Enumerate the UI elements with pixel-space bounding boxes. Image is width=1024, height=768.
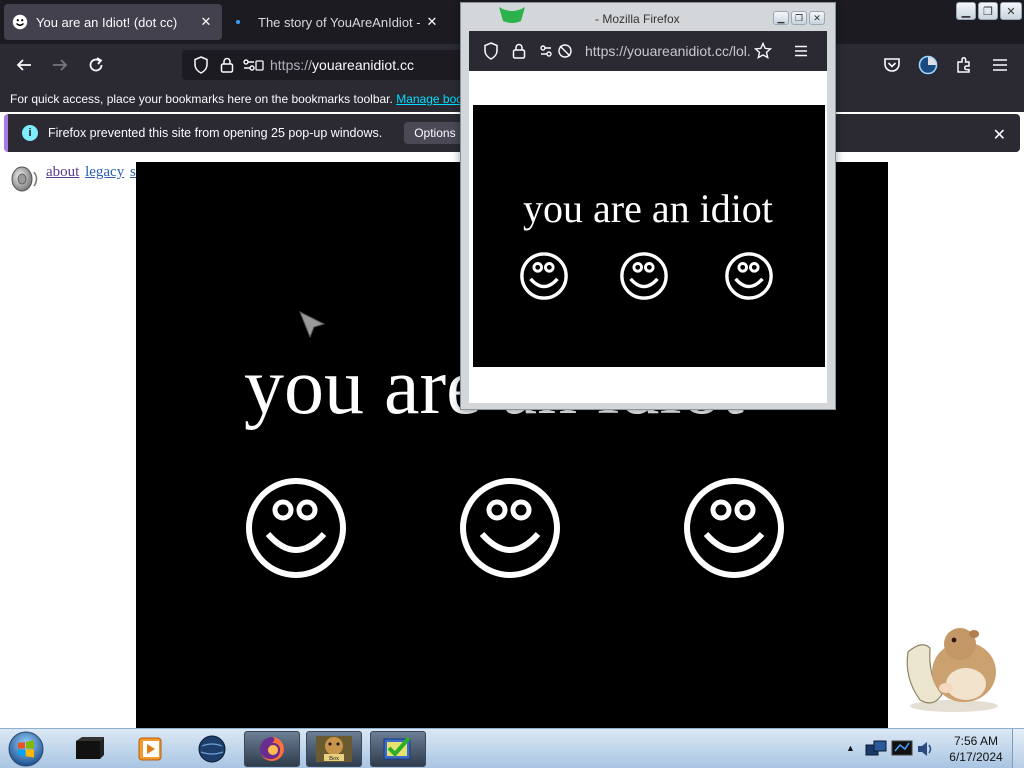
popup-titlebar[interactable]: - Mozilla Firefox ▁ ❐ ✕ [461, 3, 835, 31]
popup-page-content: you are an idiot [469, 71, 827, 403]
tab-title: You are an Idiot! (dot cc) [36, 14, 178, 30]
popup-window-title: - Mozilla Firefox [595, 12, 680, 26]
taskbar-globe-icon[interactable] [184, 731, 240, 767]
url-host: youareanidiot.cc [312, 57, 414, 73]
popup-headline: you are an idiot [523, 186, 773, 231]
popup-menu-icon[interactable] [791, 41, 811, 61]
network-icon[interactable] [864, 737, 888, 761]
volume-icon[interactable] [916, 739, 934, 759]
notification-close-icon[interactable]: ✕ [993, 125, 1006, 145]
manage-bookmarks-link[interactable]: Manage book [396, 92, 469, 106]
reload-icon[interactable] [84, 53, 108, 77]
url-scheme: https:// [270, 57, 313, 73]
lock-icon[interactable] [214, 54, 240, 76]
shield-icon[interactable] [188, 54, 214, 76]
clock[interactable]: 7:56 AM 6/17/2024 [944, 733, 1008, 765]
clock-time: 7:56 AM [953, 734, 999, 748]
pocket-icon[interactable] [880, 53, 904, 77]
system-tray: ▲ 7:56 AM 6/17/2024 [840, 729, 1024, 768]
tab-loading-icon [236, 20, 240, 24]
restore-button[interactable]: ❐ [978, 2, 998, 20]
popup-window[interactable]: - Mozilla Firefox ▁ ❐ ✕ https://youarean… [460, 2, 836, 410]
minimize-button[interactable]: ▁ [956, 2, 976, 20]
about-link[interactable]: about [46, 164, 79, 180]
popup-url-text: https://youareanidiot.cc/lol. [585, 43, 751, 59]
lock-icon[interactable] [509, 41, 529, 61]
smiley-icon [684, 478, 784, 578]
tab-story-of-youareanidiot[interactable]: The story of YouAreAnIdiot - Y ✕ [228, 4, 448, 40]
show-desktop-button[interactable] [1012, 729, 1024, 768]
tab-youareanidiot[interactable]: You are an Idiot! (dot cc) ✕ [4, 4, 222, 40]
popup-url-bar[interactable]: https://youareanidiot.cc/lol. [469, 31, 827, 71]
taskbar-box-game-icon[interactable]: Box [306, 731, 362, 767]
taskbar-checkmark-app-icon[interactable] [370, 731, 426, 767]
smiley-icon [460, 478, 560, 578]
bookmark-star-icon[interactable] [753, 41, 773, 61]
hamster-sprite-icon[interactable] [894, 618, 1006, 714]
taskbar-media-player-icon[interactable] [122, 731, 178, 767]
menu-icon[interactable] [988, 53, 1012, 77]
smiley-icon [620, 252, 668, 300]
close-window-button[interactable]: ✕ [1000, 2, 1022, 20]
speaker-icon[interactable] [8, 164, 40, 194]
legacy-link[interactable]: legacy [85, 164, 124, 180]
popup-maximize-button[interactable]: ❐ [791, 11, 807, 25]
tab-close-icon[interactable]: ✕ [198, 14, 214, 30]
tab-title: The story of YouAreAnIdiot - Y [258, 14, 424, 30]
mouse-pointer-icon [299, 310, 326, 339]
clock-date: 6/17/2024 [949, 750, 1003, 764]
tab-close-icon[interactable]: ✕ [424, 14, 440, 30]
smiley-icon [246, 478, 346, 578]
start-button-icon[interactable] [6, 730, 46, 768]
popup-close-button[interactable]: ✕ [809, 11, 825, 25]
display-icon[interactable] [890, 737, 914, 761]
info-icon: i [22, 125, 38, 141]
taskbar: Box ▲ 7:56 AM 6/17/2024 [0, 728, 1024, 768]
popup-minimize-button[interactable]: ▁ [773, 11, 789, 25]
shield-icon[interactable] [481, 41, 501, 61]
popup-app-icon [499, 7, 525, 23]
taskbar-media-box-icon[interactable] [60, 731, 116, 767]
permissions-icon[interactable] [537, 41, 577, 61]
notification-options-button[interactable]: Options [404, 122, 466, 144]
window-controls: ▁ ❐ ✕ [956, 2, 1022, 20]
account-icon[interactable] [916, 53, 940, 77]
url-text: https://youareanidiot.cc [270, 57, 414, 73]
forward-icon[interactable] [48, 53, 72, 77]
popup-idiot-stage[interactable]: you are an idiot [473, 105, 825, 367]
box-label: Box [329, 756, 339, 762]
extensions-icon[interactable] [952, 53, 976, 77]
bookmarks-hint-text: For quick access, place your bookmarks h… [10, 92, 393, 106]
popup-window-controls: ▁ ❐ ✕ [773, 11, 825, 25]
smiley-icon [725, 252, 773, 300]
back-icon[interactable] [12, 53, 36, 77]
taskbar-firefox-icon[interactable] [244, 731, 300, 767]
tray-overflow-icon[interactable]: ▲ [846, 743, 855, 753]
notification-text: Firefox prevented this site from opening… [48, 126, 383, 140]
permissions-icon[interactable] [240, 54, 266, 76]
smiley-icon [520, 252, 568, 300]
url-bar[interactable]: https://youareanidiot.cc [182, 50, 472, 80]
smiley-favicon-icon [12, 14, 28, 30]
